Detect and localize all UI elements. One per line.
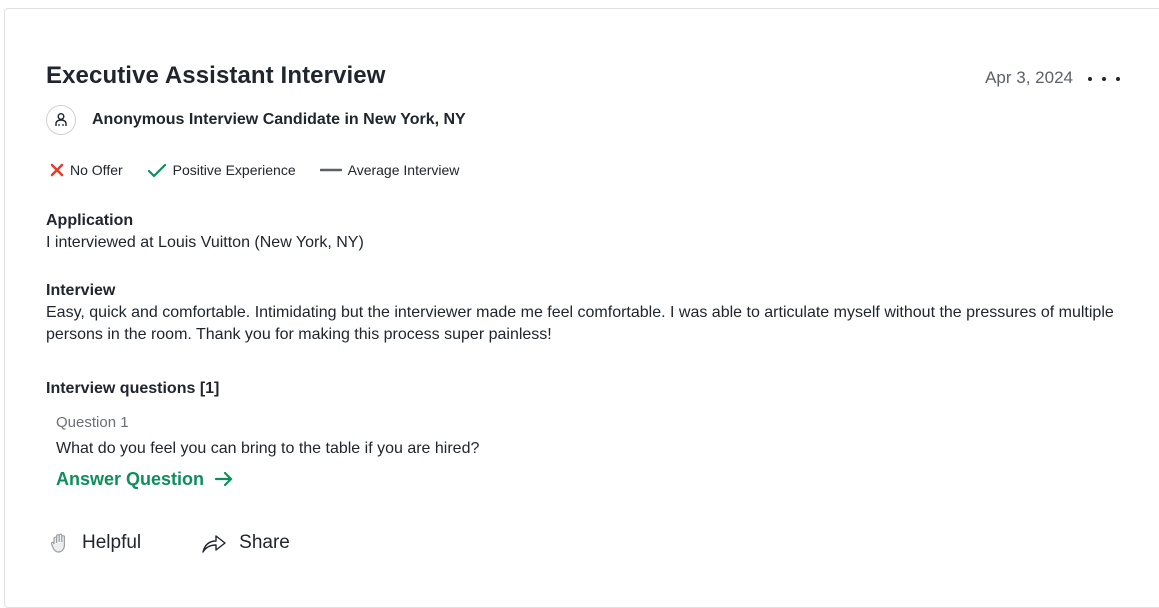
badge-average-interview: Average Interview xyxy=(319,162,460,178)
badge-label: Positive Experience xyxy=(172,162,296,178)
person-icon xyxy=(55,113,67,126)
application-heading: Application xyxy=(46,212,134,229)
interview-questions-heading: Interview questions [1] xyxy=(46,380,220,397)
application-text: I interviewed at Louis Vuitton (New York… xyxy=(46,234,364,251)
badge-no-offer: No Offer xyxy=(50,162,123,178)
review-badges: No Offer Positive Experience Average Int… xyxy=(50,162,483,178)
dash-icon xyxy=(319,163,342,177)
review-date: Apr 3, 2024 xyxy=(985,68,1073,87)
badge-label: No Offer xyxy=(70,162,123,178)
question-number: Question 1 xyxy=(56,414,129,431)
badge-positive-experience: Positive Experience xyxy=(147,162,296,178)
helpful-label: Helpful xyxy=(82,532,142,553)
checkmark-icon xyxy=(147,163,167,177)
share-label: Share xyxy=(239,532,290,553)
author-name: Anonymous Interview Candidate in New Yor… xyxy=(92,111,466,128)
arrow-right-icon xyxy=(214,471,234,487)
badge-label: Average Interview xyxy=(347,162,460,178)
review-actions: Helpful Share xyxy=(50,532,290,554)
interview-text: Easy, quick and comfortable. Intimidatin… xyxy=(46,304,1114,343)
share-arrow-icon xyxy=(201,532,227,554)
question-text: What do you feel you can bring to the ta… xyxy=(56,440,480,457)
share-button[interactable]: Share xyxy=(201,532,290,554)
review-title: Executive Assistant Interview xyxy=(46,62,386,89)
x-icon xyxy=(50,163,64,177)
avatar xyxy=(46,105,76,135)
author-row: Anonymous Interview Candidate in New Yor… xyxy=(46,104,466,136)
interview-heading: Interview xyxy=(46,282,116,299)
helpful-hand-icon xyxy=(50,532,70,554)
more-options-icon[interactable] xyxy=(1088,66,1120,92)
helpful-button[interactable]: Helpful xyxy=(50,532,141,554)
answer-question-link[interactable]: Answer Question xyxy=(56,466,234,492)
answer-question-label: Answer Question xyxy=(56,468,205,489)
